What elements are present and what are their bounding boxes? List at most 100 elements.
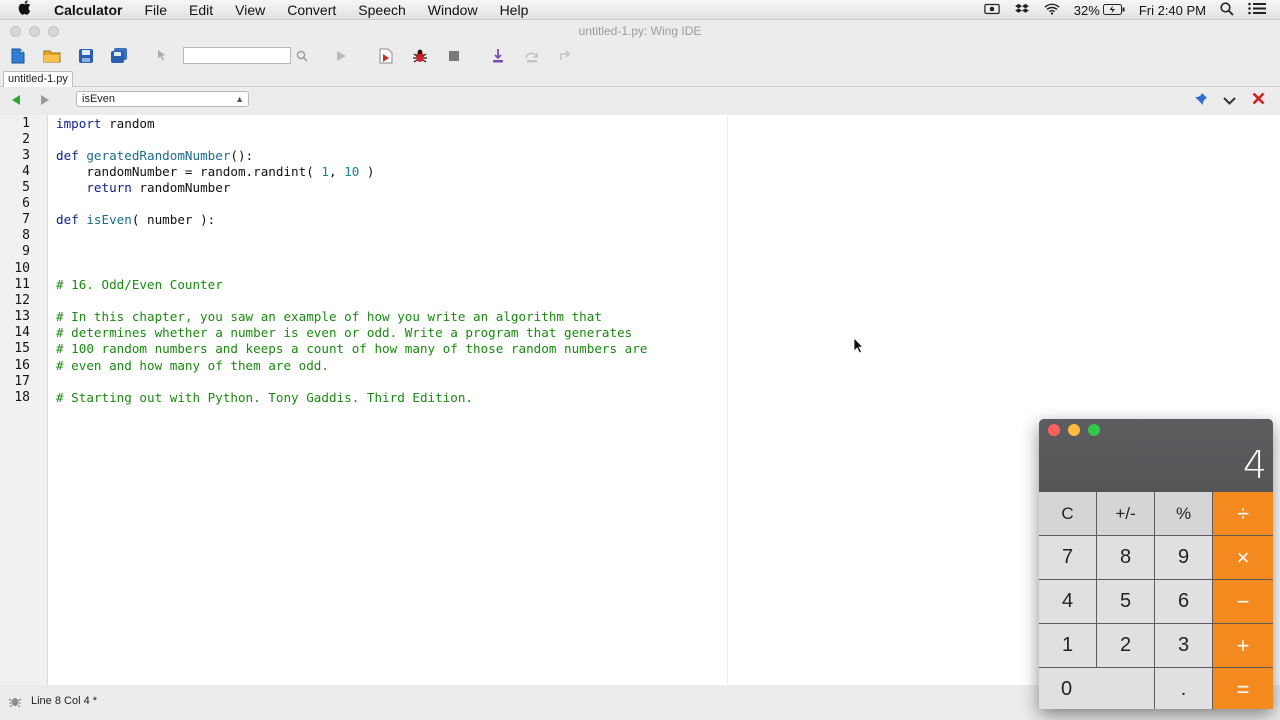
decimal-point-button[interactable]: . bbox=[1155, 668, 1212, 709]
save-all-icon[interactable] bbox=[109, 46, 129, 66]
line-number: 17 bbox=[14, 374, 30, 389]
divide-button[interactable]: ÷ bbox=[1213, 492, 1273, 535]
cursor-position-status: Line 8 Col 4 * bbox=[31, 695, 98, 707]
wifi-icon[interactable] bbox=[1044, 3, 1060, 18]
code-text: ) bbox=[359, 164, 375, 179]
code-function-name: geratedRandomNumber bbox=[86, 148, 231, 163]
digit-8-button[interactable]: 8 bbox=[1097, 536, 1154, 579]
equals-button[interactable]: = bbox=[1213, 668, 1273, 709]
code-comment: # In this chapter, you saw an example of… bbox=[56, 309, 602, 324]
bug-icon[interactable] bbox=[410, 46, 430, 66]
search-icon[interactable] bbox=[292, 46, 312, 66]
forward-arrow-icon[interactable] bbox=[39, 93, 51, 111]
digit-1-button[interactable]: 1 bbox=[1039, 624, 1096, 667]
back-arrow-icon[interactable] bbox=[10, 93, 22, 111]
stop-icon[interactable] bbox=[444, 46, 464, 66]
menu-speech[interactable]: Speech bbox=[347, 0, 416, 20]
digit-3-button[interactable]: 3 bbox=[1155, 624, 1212, 667]
line-number: 12 bbox=[14, 293, 30, 308]
code-text: randomNumber = random.randint( bbox=[56, 164, 322, 179]
toolbar-search-input[interactable] bbox=[183, 47, 291, 64]
debug-file-icon[interactable] bbox=[376, 46, 396, 66]
line-number: 7 bbox=[22, 212, 30, 227]
code-line-1: import random bbox=[56, 116, 155, 131]
new-file-icon[interactable] bbox=[8, 46, 28, 66]
code-keyword: def bbox=[56, 212, 79, 227]
apple-icon[interactable] bbox=[18, 0, 44, 19]
line-number: 10 bbox=[14, 261, 30, 276]
line-number: 9 bbox=[22, 244, 30, 259]
calculator-minimize-button[interactable] bbox=[1068, 424, 1080, 436]
open-folder-icon[interactable] bbox=[42, 46, 62, 66]
digit-2-button[interactable]: 2 bbox=[1097, 624, 1154, 667]
calculator-display: 4 bbox=[1242, 443, 1267, 487]
menu-bar: Calculator File Edit View Convert Speech… bbox=[0, 0, 1280, 20]
code-number: 10 bbox=[344, 164, 360, 179]
step-out-icon[interactable] bbox=[556, 46, 576, 66]
plus-minus-button[interactable]: +/- bbox=[1097, 492, 1154, 535]
code-comment: # Starting out with Python. Tony Gaddis.… bbox=[56, 390, 474, 405]
clear-button[interactable]: C bbox=[1039, 492, 1096, 535]
code-text: (): bbox=[230, 148, 254, 163]
digit-4-button[interactable]: 4 bbox=[1039, 580, 1096, 623]
digit-9-button[interactable]: 9 bbox=[1155, 536, 1212, 579]
editor-tab-bar: untitled-1.py bbox=[0, 70, 1280, 87]
select-arrows-icon: ▲ bbox=[235, 94, 244, 104]
save-icon[interactable] bbox=[76, 46, 96, 66]
code-comment: # 16. Odd/Even Counter bbox=[56, 277, 223, 292]
search-pointer-icon[interactable] bbox=[153, 46, 173, 66]
battery-status[interactable]: 32% bbox=[1074, 3, 1125, 18]
line-number: 11 bbox=[14, 277, 30, 292]
line-number: 8 bbox=[22, 228, 30, 243]
plus-button[interactable]: + bbox=[1213, 624, 1273, 667]
clock[interactable]: Fri 2:40 PM bbox=[1139, 3, 1206, 18]
line-number-gutter: 1 2 3 4 5 6 7 8 9 10 11 12 13 14 15 16 1… bbox=[0, 115, 48, 685]
line-number: 2 bbox=[22, 132, 30, 147]
tab-untitled-1-py[interactable]: untitled-1.py bbox=[3, 71, 73, 87]
digit-0-button[interactable]: 0 bbox=[1039, 668, 1154, 709]
line-number: 6 bbox=[22, 196, 30, 211]
menu-file[interactable]: File bbox=[133, 0, 178, 20]
line-number: 4 bbox=[22, 164, 30, 179]
pin-icon[interactable] bbox=[1194, 92, 1208, 111]
digit-5-button[interactable]: 5 bbox=[1097, 580, 1154, 623]
menu-window[interactable]: Window bbox=[417, 0, 489, 20]
camera-icon[interactable] bbox=[984, 3, 1000, 18]
bug-status-icon[interactable] bbox=[8, 694, 22, 711]
run-icon[interactable] bbox=[331, 46, 351, 66]
notification-center-icon[interactable] bbox=[1248, 2, 1266, 18]
minus-button[interactable]: − bbox=[1213, 580, 1273, 623]
window-title: untitled-1.py: Wing IDE bbox=[578, 24, 702, 38]
menu-edit[interactable]: Edit bbox=[178, 0, 224, 20]
spotlight-search-icon[interactable] bbox=[1220, 1, 1234, 19]
line-number: 14 bbox=[14, 325, 30, 340]
percent-button[interactable]: % bbox=[1155, 492, 1212, 535]
code-keyword: import bbox=[56, 116, 102, 131]
battery-charging-icon bbox=[1102, 3, 1125, 18]
menu-app-calculator[interactable]: Calculator bbox=[44, 0, 133, 20]
edge-guide-line bbox=[727, 115, 728, 685]
chevron-down-icon[interactable] bbox=[1223, 93, 1236, 111]
code-line-3: def geratedRandomNumber(): bbox=[56, 148, 253, 163]
code-text: random bbox=[101, 116, 155, 131]
multiply-button[interactable]: × bbox=[1213, 536, 1273, 579]
code-comment: # 100 random numbers and keeps a count o… bbox=[56, 341, 648, 356]
dropbox-icon[interactable] bbox=[1014, 3, 1030, 18]
digit-6-button[interactable]: 6 bbox=[1155, 580, 1212, 623]
calculator-zoom-button[interactable] bbox=[1088, 424, 1100, 436]
symbol-select[interactable]: isEven ▲ bbox=[76, 91, 249, 107]
code-keyword: return bbox=[56, 180, 132, 195]
menu-help[interactable]: Help bbox=[489, 0, 540, 20]
calculator-close-button[interactable] bbox=[1048, 424, 1060, 436]
code-text: , bbox=[328, 164, 345, 179]
code-line-7: def isEven( number ): bbox=[56, 212, 215, 227]
line-number: 5 bbox=[22, 180, 30, 195]
menu-convert[interactable]: Convert bbox=[276, 0, 347, 20]
menu-view[interactable]: View bbox=[224, 0, 276, 20]
digit-7-button[interactable]: 7 bbox=[1039, 536, 1096, 579]
close-icon[interactable] bbox=[1252, 92, 1265, 110]
code-line-4: randomNumber = random.randint( 1, 10 ) bbox=[56, 164, 374, 179]
step-into-icon[interactable] bbox=[488, 46, 508, 66]
line-number: 18 bbox=[14, 390, 30, 405]
step-over-icon[interactable] bbox=[522, 46, 542, 66]
